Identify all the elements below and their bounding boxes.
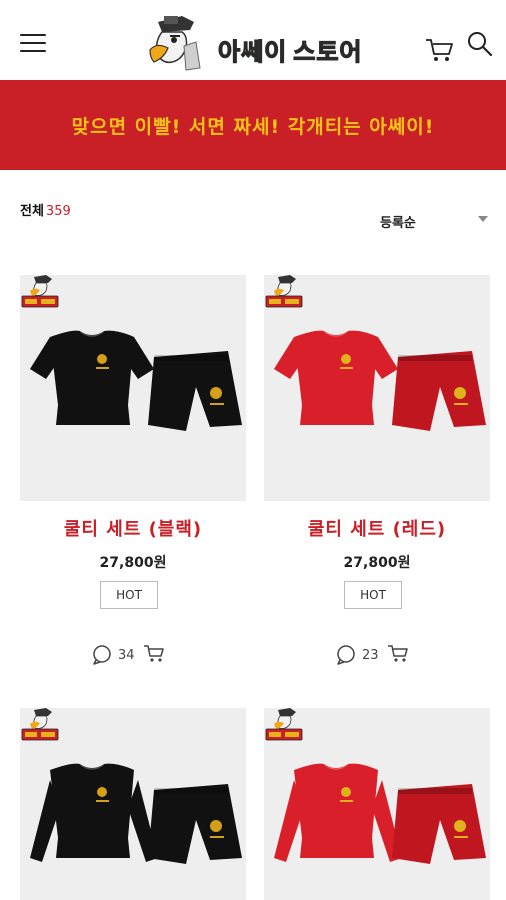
banner-slogan: 맞으면 이빨! 서면 짜세! 각개티는 아쎄이! — [71, 115, 435, 138]
eagle-badge-icon — [265, 275, 303, 308]
product-card[interactable] — [20, 708, 246, 900]
comment-button[interactable]: 34 — [92, 645, 143, 665]
add-to-cart-icon[interactable] — [387, 643, 409, 667]
logo-text: 아쎄이 스토어 — [217, 32, 363, 67]
eagle-badge-icon — [265, 708, 303, 741]
product-card[interactable] — [264, 708, 490, 900]
search-icon[interactable] — [466, 30, 494, 58]
product-image[interactable] — [20, 708, 246, 900]
total-label: 전체 — [20, 204, 44, 219]
cart-icon[interactable] — [424, 34, 454, 64]
comment-count: 23 — [362, 647, 379, 663]
logo-text-part2: 스토어 — [293, 37, 363, 66]
store-logo[interactable]: 아쎄이 스토어 — [142, 12, 364, 76]
hot-badge: HOT — [344, 581, 402, 609]
eagle-mascot-icon — [149, 16, 201, 71]
hot-badge: HOT — [100, 581, 158, 609]
comment-bubble-icon — [93, 645, 111, 665]
promo-banner[interactable]: 맞으면 이빨! 서면 짜세! 각개티는 아쎄이! — [0, 80, 506, 170]
product-image[interactable] — [264, 708, 490, 900]
sort-label: 등록순 — [380, 216, 416, 231]
comment-count: 34 — [118, 647, 135, 663]
comment-button[interactable]: 23 — [336, 645, 387, 665]
logo-text-part1: 아쎄이 — [217, 37, 288, 66]
product-price: 27,800원 — [99, 555, 167, 571]
product-title[interactable]: 쿨티 세트 (레드) — [264, 515, 490, 541]
eagle-badge-icon — [21, 275, 59, 308]
product-image[interactable] — [264, 275, 490, 501]
hamburger-menu-icon[interactable] — [20, 34, 46, 54]
chevron-down-icon — [478, 216, 488, 222]
product-actions: 34 — [92, 644, 165, 666]
product-price: 27,800원 — [343, 555, 411, 571]
product-actions: 23 — [336, 644, 409, 666]
product-title[interactable]: 쿨티 세트 (블랙) — [20, 515, 246, 541]
total-count: 359 — [45, 204, 71, 219]
sort-dropdown[interactable]: 등록순 — [380, 212, 490, 234]
product-count: 전체 359 — [20, 200, 71, 219]
comment-bubble-icon — [337, 645, 355, 665]
app-header: 아쎄이 스토어 — [0, 0, 506, 80]
product-card[interactable]: 쿨티 세트 (블랙) 27,800원 HOT 34 — [20, 275, 246, 675]
eagle-badge-icon — [21, 708, 59, 741]
product-card[interactable]: 쿨티 세트 (레드) 27,800원 HOT 23 — [264, 275, 490, 675]
product-image[interactable] — [20, 275, 246, 501]
add-to-cart-icon[interactable] — [143, 643, 165, 667]
